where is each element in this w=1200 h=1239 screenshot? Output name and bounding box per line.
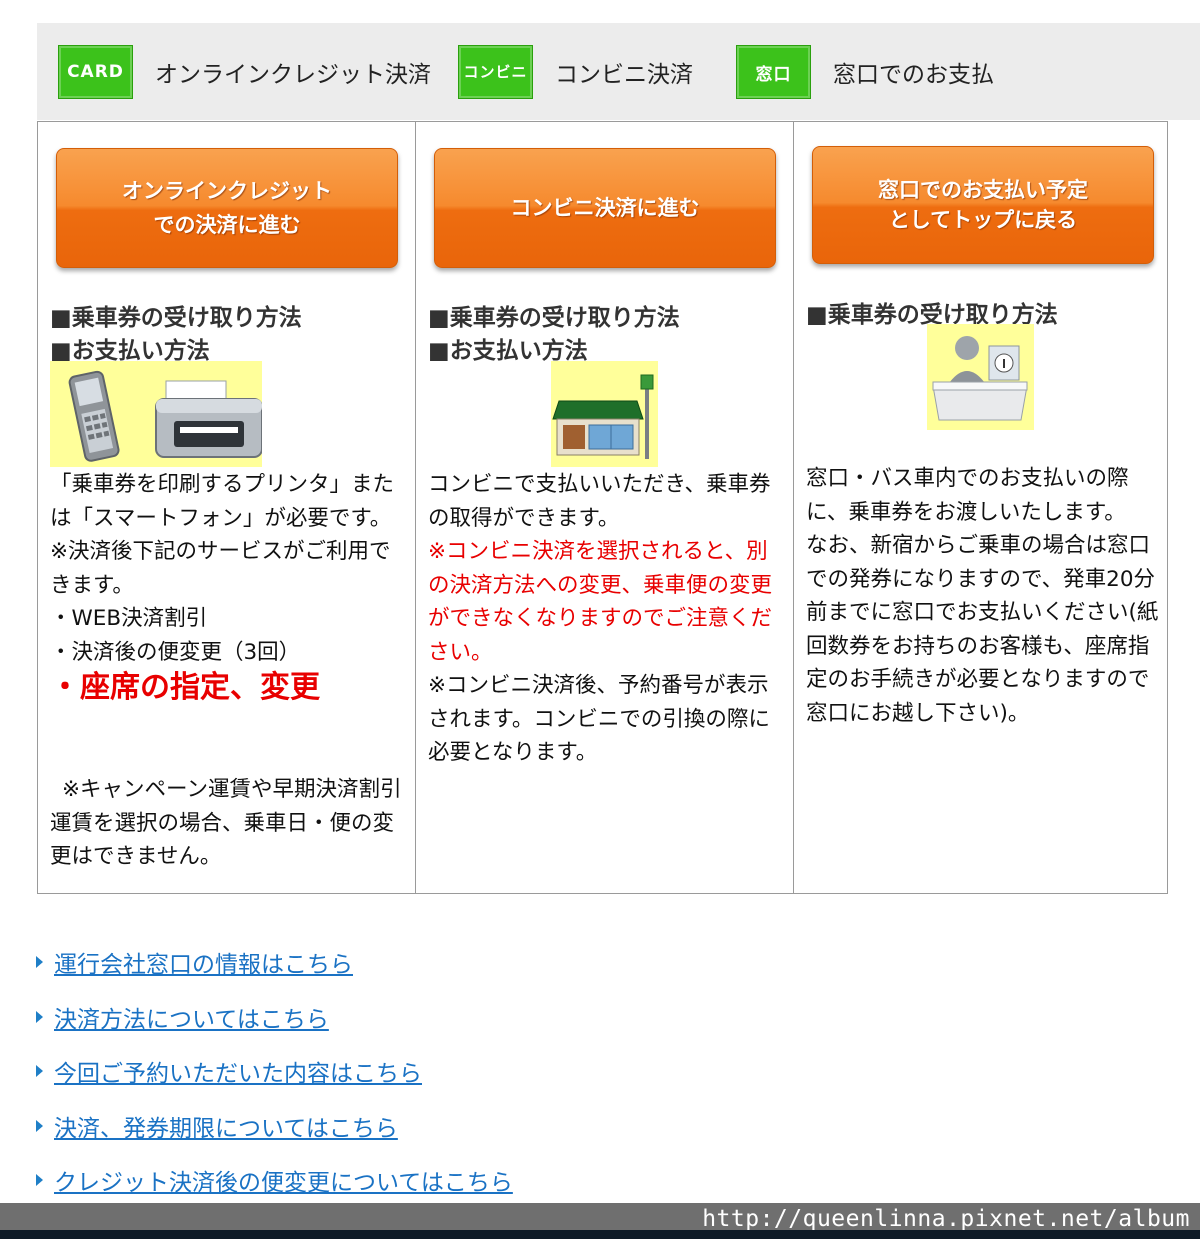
credit-text-change: ・決済後の便変更（3回） <box>50 639 301 665</box>
convenience-receive-heading: ■乗車券の受け取り方法 <box>428 305 680 331</box>
counter-text-shinjuku: なお、新宿からご乗車の場合は窓口での発券になりますので、発車20分前までに窓口で… <box>806 533 1159 726</box>
arrow-right-icon <box>36 956 43 969</box>
link-row: 決済方法についてはこちら <box>36 990 513 1045</box>
watermark: http://queenlinna.pixnet.net/album <box>702 1206 1190 1232</box>
method-credit: CARD オンラインクレジット決済 <box>58 45 431 99</box>
counter-badge-icon: 窓口 <box>736 45 811 99</box>
credit-button-line1: オンラインクレジット <box>122 179 332 203</box>
credit-column: オンラインクレジット での決済に進む ■乗車券の受け取り方法 ■お支払い方法 「… <box>38 122 416 893</box>
arrow-right-icon <box>36 1065 43 1078</box>
service-desk-icon <box>932 336 1028 421</box>
payment-methods-link[interactable]: 決済方法についてはこちら <box>54 1000 329 1034</box>
link-row: クレジット決済後の便変更についてはこちら <box>36 1153 513 1208</box>
counter-description: 窓口・バス車内でのお支払いの際に、乗車券をお渡しいたします。 なお、新宿からご乗… <box>806 462 1159 730</box>
counter-illustration <box>927 324 1034 430</box>
footer-dark-strip <box>0 1230 1200 1239</box>
counter-return-button[interactable]: 窓口でのお支払い予定 としてトップに戻る <box>812 146 1154 264</box>
method-counter-label: 窓口でのお支払 <box>833 62 994 88</box>
phone-printer-icon <box>68 370 263 462</box>
credit-change-link[interactable]: クレジット決済後の便変更についてはこちら <box>54 1163 513 1197</box>
method-credit-label: オンラインクレジット決済 <box>155 62 431 88</box>
reservation-details-link[interactable]: 今回ご予約いただいた内容はこちら <box>54 1054 422 1088</box>
arrow-right-icon <box>36 1010 43 1023</box>
method-convenience: コンビニ コンビニ決済 <box>458 45 693 99</box>
counter-text-handover: 窓口・バス車内でのお支払いの際に、乗車券をお渡しいたします。 <box>806 466 1129 525</box>
arrow-right-icon <box>36 1119 43 1132</box>
counter-column: 窓口でのお支払い予定 としてトップに戻る ■乗車券の受け取り方法 窓口・バス車内… <box>794 122 1167 893</box>
convenience-button-label: コンビニ決済に進む <box>510 196 700 220</box>
credit-receive-heading: ■乗車券の受け取り方法 <box>50 305 302 331</box>
footer-bar: http://queenlinna.pixnet.net/album <box>0 1203 1200 1239</box>
payment-options-table: オンラインクレジット での決済に進む ■乗車券の受け取り方法 ■お支払い方法 「… <box>37 121 1168 894</box>
convenience-badge-icon: コンビニ <box>458 45 533 99</box>
credit-text-printer: 「乗車券を印刷するプリンタ」または「スマートフォン」が必要です。 <box>50 472 395 531</box>
counter-button-line2: としてトップに戻る <box>888 208 1078 232</box>
credit-text-services: ※決済後下記のサービスがご利用できます。 <box>50 539 391 598</box>
info-links: 運行会社窓口の情報はこちら 決済方法についてはこちら 今回ご予約いただいた内容は… <box>36 935 513 1208</box>
convenience-text-pay: コンビニで支払いいただき、乗車券の取得ができます。 <box>428 472 771 531</box>
credit-note: ※キャンペーン運賃や早期決済割引運賃を選択の場合、乗車日・便の変更はできません。 <box>50 777 402 869</box>
credit-button-line2: での決済に進む <box>153 213 301 237</box>
arrow-right-icon <box>36 1174 43 1187</box>
convenience-store-illustration <box>551 361 658 467</box>
payment-method-header: CARD オンラインクレジット決済 コンビニ コンビニ決済 窓口 窓口でのお支払 <box>37 23 1200 120</box>
convenience-pay-heading: ■お支払い方法 <box>428 338 588 364</box>
convenience-proceed-button[interactable]: コンビニ決済に進む <box>434 148 776 268</box>
method-convenience-label: コンビニ決済 <box>555 62 693 88</box>
credit-description: 「乗車券を印刷するプリンタ」または「スマートフォン」が必要です。 ※決済後下記の… <box>50 468 407 707</box>
credit-text-seat: ・座席の指定、変更 <box>50 670 320 705</box>
credit-proceed-button[interactable]: オンラインクレジット での決済に進む <box>56 148 398 268</box>
operator-counter-link[interactable]: 運行会社窓口の情報はこちら <box>54 945 353 979</box>
convenience-text-reservation: ※コンビニ決済後、予約番号が表示されます。コンビニでの引換の際に必要となります。 <box>428 673 770 765</box>
store-icon <box>552 374 654 459</box>
counter-button-line1: 窓口でのお支払い予定 <box>878 178 1088 202</box>
credit-text-web-discount: ・WEB決済割引 <box>50 606 208 631</box>
credit-pay-heading: ■お支払い方法 <box>50 338 210 364</box>
card-badge-icon: CARD <box>58 45 133 99</box>
link-row: 決済、発券期限についてはこちら <box>36 1099 513 1154</box>
phone-printer-illustration <box>50 361 263 467</box>
link-row: 今回ご予約いただいた内容はこちら <box>36 1044 513 1099</box>
convenience-warning: ※コンビニ決済を選択されると、別の決済方法への変更、乗車便の変更ができなくなりま… <box>428 539 773 665</box>
link-row: 運行会社窓口の情報はこちら <box>36 935 513 990</box>
method-counter: 窓口 窓口でのお支払 <box>736 45 994 99</box>
convenience-description: コンビニで支払いいただき、乗車券の取得ができます。 ※コンビニ決済を選択されると… <box>428 468 785 770</box>
convenience-column: コンビニ決済に進む ■乗車券の受け取り方法 ■お支払い方法 コンビニで支払いいた… <box>416 122 794 893</box>
deadline-link[interactable]: 決済、発券期限についてはこちら <box>54 1109 398 1143</box>
